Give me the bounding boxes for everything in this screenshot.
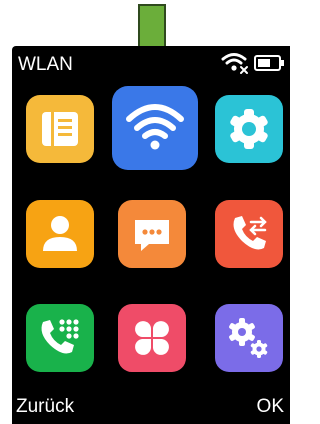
menu-item-settings[interactable] [215,95,283,163]
chat-bubble-icon [135,220,169,251]
status-icons [221,53,284,74]
list-icon [42,112,78,146]
gear-icon [230,109,268,149]
status-bar-title: WLAN [18,54,73,75]
wifi-icon [126,104,184,150]
menu-item-apps[interactable] [118,304,186,372]
clover-icon [135,321,169,355]
battery-icon [254,55,284,71]
phone-screen: WLAN Zurück OK [12,46,290,424]
menu-item-call-forward[interactable] [215,200,283,268]
menu-item-advanced-settings[interactable] [215,304,283,372]
back-softkey[interactable]: Zurück [16,396,74,418]
wifi-no-internet-icon [221,53,248,74]
phone-transfer-icon [233,216,267,250]
menu-item-messages[interactable] [118,200,186,268]
gears-icon [229,318,268,358]
phone-keypad-icon [41,319,79,354]
ok-softkey[interactable]: OK [257,396,284,418]
menu-item-speed-dial[interactable] [26,304,94,372]
menu-item-wlan[interactable] [112,86,198,170]
person-icon [43,216,77,251]
menu-item-contacts[interactable] [26,200,94,268]
menu-item-notes[interactable] [26,95,94,163]
